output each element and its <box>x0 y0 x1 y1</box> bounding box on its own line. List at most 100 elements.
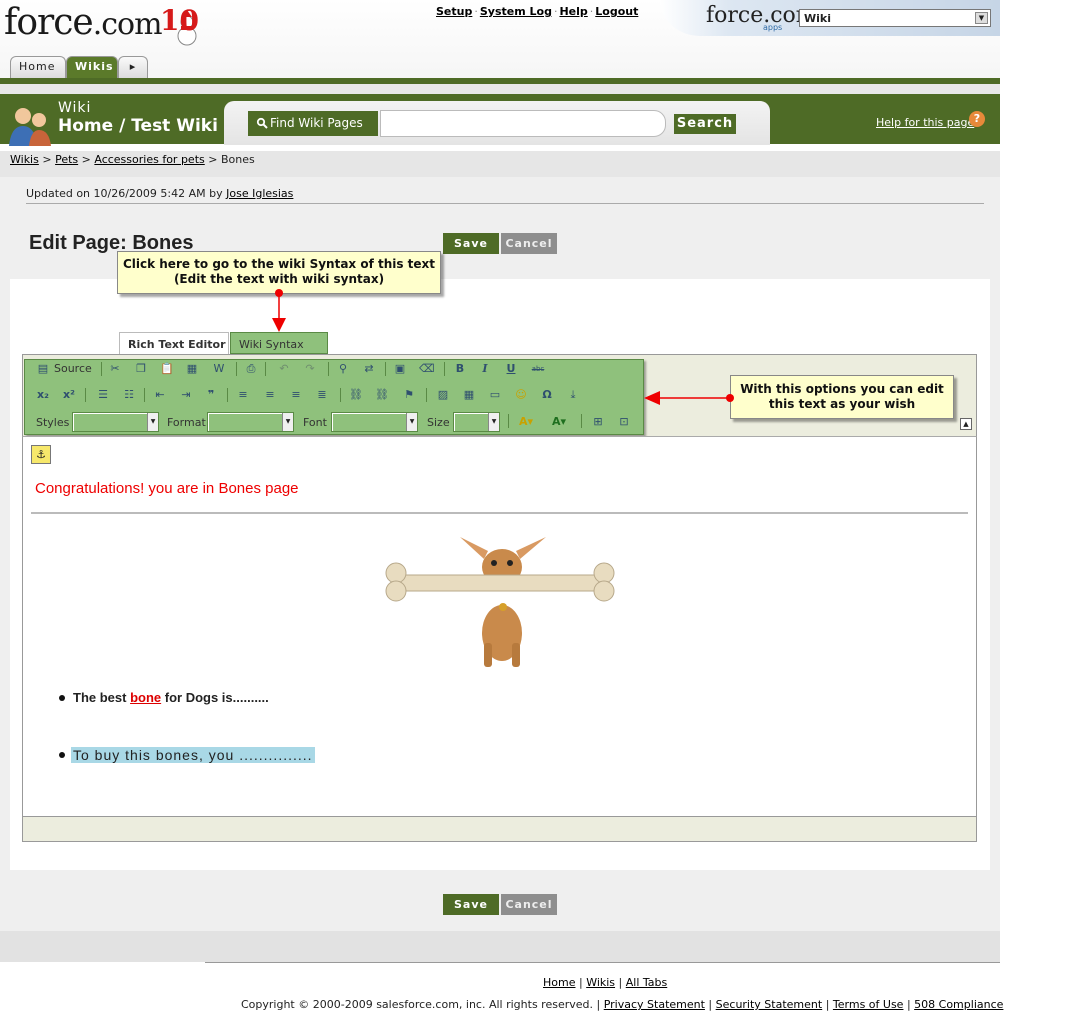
toolbar-separator <box>508 414 509 428</box>
size-dropdown[interactable]: ▼ <box>453 412 500 432</box>
help-for-this-page-link[interactable]: Help for this page <box>876 116 974 129</box>
maximize-icon[interactable]: ⊞ <box>591 416 605 428</box>
save-button-bottom[interactable]: Save <box>443 894 499 915</box>
app-selector[interactable]: Wiki ▼ <box>799 9 991 27</box>
undo-icon[interactable]: ↶ <box>277 363 291 375</box>
bold-icon[interactable]: B <box>453 363 467 375</box>
app-selector-value: Wiki <box>804 12 831 25</box>
breadcrumb-wikis[interactable]: Wikis <box>10 153 39 166</box>
strikethrough-icon[interactable]: abc <box>529 363 547 375</box>
callout-arrow-left <box>644 391 734 405</box>
justify-icon[interactable]: ≣ <box>315 389 329 401</box>
paste-icon[interactable]: 📋 <box>160 363 174 375</box>
outdent-icon[interactable]: ⇤ <box>153 389 167 401</box>
align-center-icon[interactable]: ≡ <box>263 389 277 401</box>
cancel-button-bottom[interactable]: Cancel <box>501 894 557 915</box>
font-dropdown[interactable]: ▼ <box>331 412 418 432</box>
indent-icon[interactable]: ⇥ <box>179 389 193 401</box>
cancel-button-top[interactable]: Cancel <box>501 233 557 254</box>
page-anchor-icon[interactable]: ⚓ <box>31 445 51 464</box>
help-icon[interactable]: ? <box>969 111 985 127</box>
redo-icon[interactable]: ↷ <box>303 363 317 375</box>
content-divider <box>31 512 968 514</box>
replace-icon[interactable]: ⇄ <box>362 363 376 375</box>
toolbar-separator <box>444 362 445 376</box>
header-spacer <box>0 84 1000 94</box>
collapse-toolbar-icon[interactable]: ▲ <box>960 418 972 430</box>
wiki-users-icon <box>9 108 51 146</box>
security-statement-link[interactable]: Security Statement <box>716 998 823 1011</box>
select-all-icon[interactable]: ▣ <box>393 363 407 375</box>
author-link[interactable]: Jose Iglesias <box>226 187 293 200</box>
find-icon[interactable]: ⚲ <box>336 363 350 375</box>
underline-icon[interactable]: U <box>504 363 518 375</box>
toolbar-separator <box>101 362 102 376</box>
link-icon[interactable]: ⛓ <box>349 389 363 401</box>
bulleted-list-icon[interactable]: ☷ <box>122 389 136 401</box>
breadcrumb-current: Bones <box>220 153 255 166</box>
source-icon[interactable]: ▤ <box>36 363 50 375</box>
superscript-icon[interactable]: x² <box>62 389 76 401</box>
tab-home[interactable]: Home <box>10 56 66 78</box>
footer-divider <box>205 962 1000 963</box>
setup-link[interactable]: Setup <box>436 5 472 18</box>
compliance-508-link[interactable]: 508 Compliance <box>914 998 1003 1011</box>
anchor-icon[interactable]: ⚑ <box>402 389 416 401</box>
styles-dropdown[interactable]: ▼ <box>72 412 159 432</box>
remove-format-icon[interactable]: ⌫ <box>419 363 435 375</box>
rich-text-toolbar: ▤ Source ✂ ❐ 📋 ▦ W ⎙ ↶ ↷ ⚲ ⇄ ▣ ⌫ B I U a… <box>24 359 644 435</box>
align-right-icon[interactable]: ≡ <box>289 389 303 401</box>
image-icon[interactable]: ▨ <box>436 389 450 401</box>
top-links: Setup · System Log · Help · Logout <box>436 5 639 18</box>
bone-link[interactable]: bone <box>130 690 161 705</box>
terms-of-use-link[interactable]: Terms of Use <box>833 998 904 1011</box>
tab-rich-text-editor[interactable]: Rich Text Editor <box>119 332 229 354</box>
table-icon[interactable]: ▦ <box>462 389 476 401</box>
horizontal-rule-icon[interactable]: ▭ <box>488 389 502 401</box>
background-color-icon[interactable]: A▾ <box>549 416 569 428</box>
paste-text-icon[interactable]: ▦ <box>185 363 199 375</box>
help-link[interactable]: Help <box>559 5 587 18</box>
blockquote-icon[interactable]: ❞ <box>204 389 218 401</box>
unlink-icon[interactable]: ⛓ <box>375 389 389 401</box>
print-icon[interactable]: ⎙ <box>244 363 258 375</box>
more-tabs-arrow-icon[interactable]: ▸ <box>118 56 148 78</box>
footer-all-tabs-link[interactable]: All Tabs <box>626 976 668 989</box>
special-char-icon[interactable]: Ω <box>540 389 554 401</box>
align-left-icon[interactable]: ≡ <box>236 389 250 401</box>
toolbar-separator <box>265 362 266 376</box>
search-button[interactable]: Search <box>674 114 736 134</box>
anniversary-number: 10 <box>160 4 199 37</box>
copy-icon[interactable]: ❐ <box>134 363 148 375</box>
privacy-statement-link[interactable]: Privacy Statement <box>604 998 705 1011</box>
search-icon <box>256 117 268 129</box>
breadcrumb-accessories[interactable]: Accessories for pets <box>94 153 204 166</box>
updated-info: Updated on 10/26/2009 5:42 AM by Jose Ig… <box>26 187 294 200</box>
save-button-top[interactable]: Save <box>443 233 499 254</box>
list-item-best-bone: The best bone for Dogs is.......... <box>73 690 269 705</box>
toolbar-separator <box>144 388 145 402</box>
italic-icon[interactable]: I <box>478 363 492 375</box>
footer-home-link[interactable]: Home <box>543 976 575 989</box>
tab-wikis[interactable]: Wikis <box>66 56 118 78</box>
source-button[interactable]: Source <box>54 362 92 375</box>
numbered-list-icon[interactable]: ☰ <box>96 389 110 401</box>
force-logo[interactable]: force.com <box>4 2 163 43</box>
search-input[interactable] <box>380 110 666 137</box>
cut-icon[interactable]: ✂ <box>108 363 122 375</box>
breadcrumb: Wikis > Pets > Accessories for pets > Bo… <box>10 153 255 166</box>
paste-word-icon[interactable]: W <box>212 363 226 375</box>
dropdown-arrow-icon: ▼ <box>147 413 158 431</box>
format-label: Format <box>167 416 206 429</box>
logout-link[interactable]: Logout <box>595 5 638 18</box>
system-log-link[interactable]: System Log <box>480 5 552 18</box>
show-blocks-icon[interactable]: ⊡ <box>617 416 631 428</box>
subscript-icon[interactable]: x₂ <box>36 389 50 401</box>
footer-wikis-link[interactable]: Wikis <box>586 976 615 989</box>
text-color-icon[interactable]: A▾ <box>516 416 536 428</box>
breadcrumb-pets[interactable]: Pets <box>55 153 78 166</box>
smiley-icon[interactable]: ☺ <box>514 389 528 401</box>
format-dropdown[interactable]: ▼ <box>207 412 294 432</box>
dropdown-arrow-icon: ▼ <box>282 413 293 431</box>
page-break-icon[interactable]: ⤓ <box>566 389 580 401</box>
